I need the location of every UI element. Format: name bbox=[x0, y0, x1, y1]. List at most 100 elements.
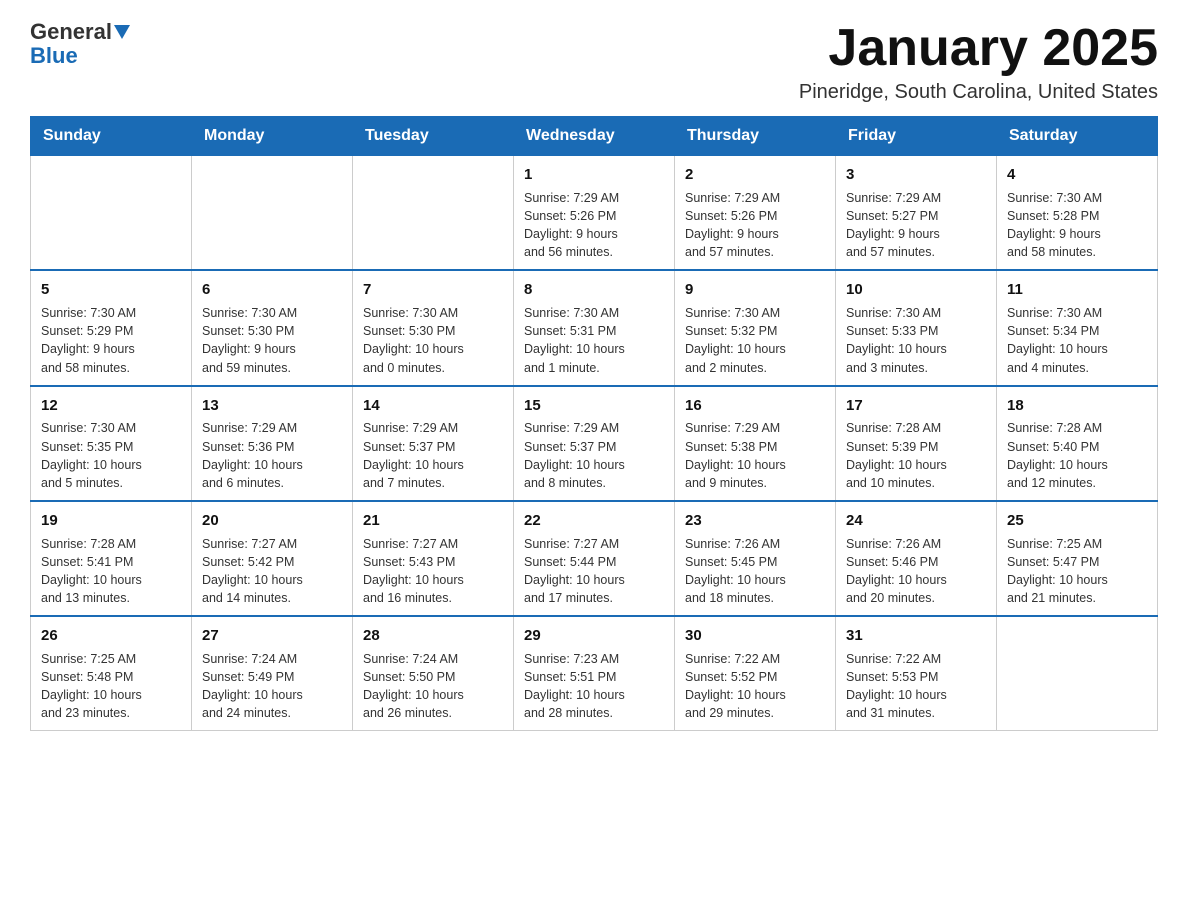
table-row: 20Sunrise: 7:27 AMSunset: 5:42 PMDayligh… bbox=[192, 501, 353, 616]
table-row: 17Sunrise: 7:28 AMSunset: 5:39 PMDayligh… bbox=[836, 386, 997, 501]
day-number: 7 bbox=[363, 279, 503, 301]
table-row: 25Sunrise: 7:25 AMSunset: 5:47 PMDayligh… bbox=[997, 501, 1158, 616]
sun-info: Sunrise: 7:29 AMSunset: 5:27 PMDaylight:… bbox=[846, 189, 986, 262]
day-number: 13 bbox=[202, 395, 342, 417]
day-number: 4 bbox=[1007, 164, 1147, 186]
table-row: 21 Sunrise: 7:27 AMSunset: 5:43 PMDayligh… bbox=[353, 501, 514, 616]
sun-info: Sunrise: 7:30 AMSunset: 5:30 PMDaylight:… bbox=[363, 304, 503, 377]
sun-info: Sunrise: 7:22 AMSunset: 5:52 PMDaylight:… bbox=[685, 650, 825, 723]
sun-info: Sunrise: 7:25 AMSunset: 5:47 PMDaylight:… bbox=[1007, 535, 1147, 608]
weekday-friday: Friday bbox=[836, 117, 997, 156]
table-row: 24 Sunrise: 7:26 AMSunset: 5:46 PMDayligh… bbox=[836, 501, 997, 616]
sun-info: Sunrise: 7:26 AMSunset: 5:45 PMDaylight:… bbox=[685, 535, 825, 608]
table-row: 10 Sunrise: 7:30 AMSunset: 5:33 PMDayligh… bbox=[836, 270, 997, 385]
table-row: 23 Sunrise: 7:26 AMSunset: 5:45 PMDayligh… bbox=[675, 501, 836, 616]
sun-info: Sunrise: 7:30 AMSunset: 5:28 PMDaylight:… bbox=[1007, 189, 1147, 262]
sun-info: Sunrise: 7:24 AMSunset: 5:49 PMDaylight:… bbox=[202, 650, 342, 723]
day-number: 14 bbox=[363, 395, 503, 417]
table-row bbox=[31, 156, 192, 271]
day-number: 12 bbox=[41, 395, 181, 417]
day-number: 24 bbox=[846, 510, 986, 532]
day-number: 26 bbox=[41, 625, 181, 647]
sun-info: Sunrise: 7:27 AMSunset: 5:43 PMDaylight:… bbox=[363, 535, 503, 608]
table-row: 7 Sunrise: 7:30 AMSunset: 5:30 PMDaylight… bbox=[353, 270, 514, 385]
day-number: 3 bbox=[846, 164, 986, 186]
sun-info: Sunrise: 7:25 AMSunset: 5:48 PMDaylight:… bbox=[41, 650, 181, 723]
day-number: 27 bbox=[202, 625, 342, 647]
table-row: 28Sunrise: 7:24 AMSunset: 5:50 PMDayligh… bbox=[353, 616, 514, 731]
sun-info: Sunrise: 7:30 AMSunset: 5:29 PMDaylight:… bbox=[41, 304, 181, 377]
sun-info: Sunrise: 7:29 AMSunset: 5:37 PMDaylight:… bbox=[363, 419, 503, 492]
logo-text-general: General bbox=[30, 20, 112, 44]
calendar-week-row: 26 Sunrise: 7:25 AMSunset: 5:48 PMDayligh… bbox=[31, 616, 1158, 731]
day-number: 15 bbox=[524, 395, 664, 417]
sun-info: Sunrise: 7:29 AMSunset: 5:37 PMDaylight:… bbox=[524, 419, 664, 492]
weekday-sunday: Sunday bbox=[31, 117, 192, 156]
table-row: 27 Sunrise: 7:24 AMSunset: 5:49 PMDayligh… bbox=[192, 616, 353, 731]
table-row: 6 Sunrise: 7:30 AMSunset: 5:30 PMDaylight… bbox=[192, 270, 353, 385]
table-row: 18Sunrise: 7:28 AMSunset: 5:40 PMDayligh… bbox=[997, 386, 1158, 501]
day-number: 31 bbox=[846, 625, 986, 647]
day-number: 23 bbox=[685, 510, 825, 532]
day-number: 29 bbox=[524, 625, 664, 647]
sun-info: Sunrise: 7:26 AMSunset: 5:46 PMDaylight:… bbox=[846, 535, 986, 608]
calendar-table: Sunday Monday Tuesday Wednesday Thursday… bbox=[30, 116, 1158, 731]
logo: General Blue bbox=[30, 20, 130, 68]
sun-info: Sunrise: 7:30 AMSunset: 5:34 PMDaylight:… bbox=[1007, 304, 1147, 377]
day-number: 8 bbox=[524, 279, 664, 301]
sun-info: Sunrise: 7:30 AMSunset: 5:32 PMDaylight:… bbox=[685, 304, 825, 377]
table-row: 31Sunrise: 7:22 AMSunset: 5:53 PMDayligh… bbox=[836, 616, 997, 731]
table-row: 16Sunrise: 7:29 AMSunset: 5:38 PMDayligh… bbox=[675, 386, 836, 501]
day-number: 16 bbox=[685, 395, 825, 417]
table-row: 2 Sunrise: 7:29 AMSunset: 5:26 PMDaylight… bbox=[675, 156, 836, 271]
page-header: General Blue January 2025 Pineridge, Sou… bbox=[30, 20, 1158, 104]
calendar-week-row: 12Sunrise: 7:30 AMSunset: 5:35 PMDayligh… bbox=[31, 386, 1158, 501]
table-row: 9 Sunrise: 7:30 AMSunset: 5:32 PMDaylight… bbox=[675, 270, 836, 385]
calendar-week-row: 5 Sunrise: 7:30 AMSunset: 5:29 PMDaylight… bbox=[31, 270, 1158, 385]
day-number: 10 bbox=[846, 279, 986, 301]
table-row: 1Sunrise: 7:29 AMSunset: 5:26 PMDaylight… bbox=[514, 156, 675, 271]
day-number: 19 bbox=[41, 510, 181, 532]
calendar-week-row: 1 Sunrise: 7:29 AMSunset: 5:26 PMDaylight… bbox=[31, 156, 1158, 271]
day-number: 21 bbox=[363, 510, 503, 532]
sun-info: Sunrise: 7:27 AMSunset: 5:44 PMDaylight:… bbox=[524, 535, 664, 608]
sun-info: Sunrise: 7:29 AMSunset: 5:26 PMDaylight:… bbox=[685, 189, 825, 262]
sun-info: Sunrise: 7:27 AMSunset: 5:42 PMDaylight:… bbox=[202, 535, 342, 608]
sun-info: Sunrise: 7:24 AMSunset: 5:50 PMDaylight:… bbox=[363, 650, 503, 723]
table-row: 30 Sunrise: 7:22 AMSunset: 5:52 PMDayligh… bbox=[675, 616, 836, 731]
table-row bbox=[192, 156, 353, 271]
day-number: 5 bbox=[41, 279, 181, 301]
table-row: 26 Sunrise: 7:25 AMSunset: 5:48 PMDayligh… bbox=[31, 616, 192, 731]
table-row: 19 Sunrise: 7:28 AMSunset: 5:41 PMDayligh… bbox=[31, 501, 192, 616]
weekday-wednesday: Wednesday bbox=[514, 117, 675, 156]
sun-info: Sunrise: 7:28 AMSunset: 5:41 PMDaylight:… bbox=[41, 535, 181, 608]
logo-triangle-icon bbox=[114, 25, 130, 39]
sun-info: Sunrise: 7:30 AMSunset: 5:30 PMDaylight:… bbox=[202, 304, 342, 377]
day-number: 30 bbox=[685, 625, 825, 647]
table-row: 15Sunrise: 7:29 AMSunset: 5:37 PMDayligh… bbox=[514, 386, 675, 501]
day-number: 2 bbox=[685, 164, 825, 186]
table-row: 29 Sunrise: 7:23 AMSunset: 5:51 PMDayligh… bbox=[514, 616, 675, 731]
sun-info: Sunrise: 7:23 AMSunset: 5:51 PMDaylight:… bbox=[524, 650, 664, 723]
title-area: January 2025 Pineridge, South Carolina, … bbox=[799, 20, 1158, 104]
logo-text-blue: Blue bbox=[30, 44, 78, 68]
weekday-saturday: Saturday bbox=[997, 117, 1158, 156]
sun-info: Sunrise: 7:30 AMSunset: 5:33 PMDaylight:… bbox=[846, 304, 986, 377]
sun-info: Sunrise: 7:29 AMSunset: 5:36 PMDaylight:… bbox=[202, 419, 342, 492]
weekday-thursday: Thursday bbox=[675, 117, 836, 156]
day-number: 22 bbox=[524, 510, 664, 532]
calendar-header-row: Sunday Monday Tuesday Wednesday Thursday… bbox=[31, 117, 1158, 156]
day-number: 9 bbox=[685, 279, 825, 301]
table-row: 13Sunrise: 7:29 AMSunset: 5:36 PMDayligh… bbox=[192, 386, 353, 501]
day-number: 18 bbox=[1007, 395, 1147, 417]
day-number: 1 bbox=[524, 164, 664, 186]
calendar-subtitle: Pineridge, South Carolina, United States bbox=[799, 81, 1158, 104]
table-row: 3 Sunrise: 7:29 AMSunset: 5:27 PMDaylight… bbox=[836, 156, 997, 271]
table-row: 14Sunrise: 7:29 AMSunset: 5:37 PMDayligh… bbox=[353, 386, 514, 501]
day-number: 6 bbox=[202, 279, 342, 301]
sun-info: Sunrise: 7:30 AMSunset: 5:31 PMDaylight:… bbox=[524, 304, 664, 377]
calendar-title: January 2025 bbox=[799, 20, 1158, 77]
table-row: 12Sunrise: 7:30 AMSunset: 5:35 PMDayligh… bbox=[31, 386, 192, 501]
table-row: 11Sunrise: 7:30 AMSunset: 5:34 PMDayligh… bbox=[997, 270, 1158, 385]
table-row bbox=[353, 156, 514, 271]
